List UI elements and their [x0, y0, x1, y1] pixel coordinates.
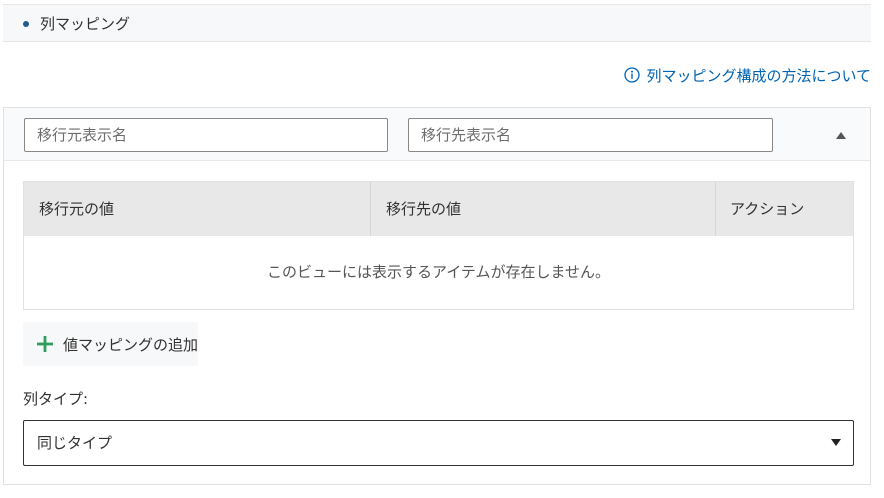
mapping-card-header [4, 108, 870, 161]
column-header-source-value[interactable]: 移行元の値 [24, 182, 371, 236]
add-value-mapping-button[interactable]: 値マッピングの追加 [23, 322, 198, 366]
bullet-icon [23, 21, 29, 27]
target-display-name-input[interactable] [408, 118, 773, 152]
help-link-label: 列マッピング構成の方法について [646, 66, 871, 85]
table-header: 移行元の値 移行先の値 アクション [24, 182, 853, 236]
section-title: 列マッピング [40, 15, 131, 33]
section-header: 列マッピング [3, 4, 871, 42]
column-header-action[interactable]: アクション [716, 182, 853, 236]
column-type-select[interactable]: 同じタイプ [23, 420, 854, 466]
value-mapping-table: 移行元の値 移行先の値 アクション このビューには表示するアイテムが存在しません… [23, 181, 854, 310]
plus-icon [36, 336, 53, 352]
column-header-target-value[interactable]: 移行先の値 [371, 182, 716, 236]
info-icon [624, 67, 641, 83]
empty-message: このビューには表示するアイテムが存在しません。 [266, 263, 611, 281]
column-type-selected-value: 同じタイプ [37, 434, 113, 452]
help-link[interactable]: 列マッピング構成の方法について [624, 64, 871, 86]
collapse-button[interactable] [830, 126, 852, 144]
column-type-label: 列タイプ: [23, 390, 89, 408]
triangle-down-icon [831, 439, 841, 446]
triangle-up-icon [836, 131, 846, 139]
add-value-mapping-label: 値マッピングの追加 [62, 335, 198, 354]
mapping-card: 移行元の値 移行先の値 アクション このビューには表示するアイテムが存在しません… [3, 107, 871, 485]
source-display-name-input[interactable] [24, 118, 388, 152]
